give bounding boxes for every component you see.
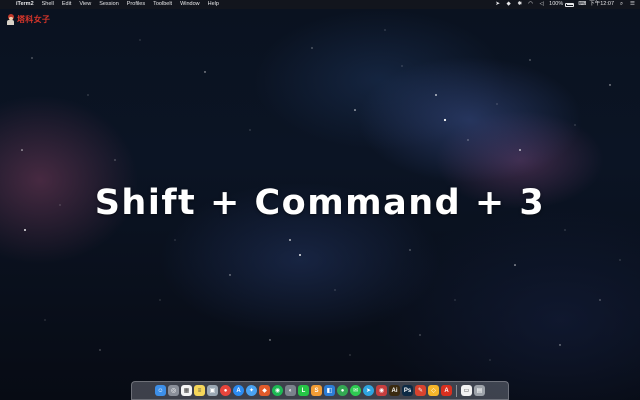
app-icon[interactable]: ◆ [259,385,270,396]
app-icon[interactable]: ◉ [376,385,387,396]
calendar-icon[interactable]: ▦ [181,385,192,396]
menu-item-profiles[interactable]: Profiles [127,0,145,9]
battery-status[interactable]: 100% [549,0,575,9]
app-icon[interactable]: ✎ [415,385,426,396]
volume-icon[interactable]: ◁ [538,0,545,9]
google-chrome-icon[interactable]: ● [337,385,348,396]
finder-icon[interactable]: ☺ [155,385,166,396]
notes-icon[interactable]: ≡ [194,385,205,396]
safari-icon[interactable]: ✦ [246,385,257,396]
logo-text: 塔科女子 [17,15,51,24]
spotlight-search-icon[interactable]: ⌕ [618,0,625,9]
app-icon[interactable]: ◐ [285,385,296,396]
location-icon[interactable]: ➤ [494,0,501,9]
menu-item-shell[interactable]: Shell [42,0,54,9]
wifi-icon[interactable]: ◠ [527,0,534,9]
menu-item-app[interactable]: iTerm2 [16,0,34,9]
photoshop-icon[interactable]: Ps [402,385,413,396]
app-icon[interactable]: ▭ [461,385,472,396]
sublime-text-icon[interactable]: S [311,385,322,396]
messages-icon[interactable]: ✉ [350,385,361,396]
watermark-logo: 塔科女子 [6,14,50,25]
chrome-icon[interactable]: ● [220,385,231,396]
spotify-icon[interactable]: ◉ [272,385,283,396]
app-icon[interactable]: ◧ [324,385,335,396]
menu-item-view[interactable]: View [79,0,91,9]
dock-separator [456,384,457,397]
menu-item-session[interactable]: Session [99,0,119,9]
bluetooth-icon[interactable]: ✱ [516,0,523,9]
dropbox-icon[interactable]: ◆ [505,0,512,9]
battery-icon [565,2,575,7]
logo-mascot-icon [6,14,15,25]
acrobat-icon[interactable]: A [441,385,452,396]
preview-icon[interactable]: ▣ [207,385,218,396]
line-icon[interactable]: L [298,385,309,396]
trash-icon[interactable]: ▤ [474,385,485,396]
sketch-icon[interactable]: ◇ [428,385,439,396]
menu-item-window[interactable]: Window [180,0,200,9]
menu-item-toolbelt[interactable]: Toolbelt [153,0,172,9]
illustrator-icon[interactable]: Ai [389,385,400,396]
status-area: ➤ ◆ ✱ ◠ ◁ 100% ⌨ 下午12:07 ⌕ ☰ [494,0,636,9]
input-method-icon[interactable]: ⌨ [578,0,586,9]
shortcut-caption: Shift + Command + 3 [94,183,546,223]
menu-item-help[interactable]: Help [208,0,219,9]
notification-center-icon[interactable]: ☰ [629,0,636,9]
battery-percent: 100% [549,1,564,7]
app-store-icon[interactable]: A [233,385,244,396]
menu-item-edit[interactable]: Edit [62,0,71,9]
dock: ☺ ◎ ▦ ≡ ▣ ● A ✦ ◆ ◉ ◐ L S ◧ ● ✉ ➤ ◉ Ai Ps ✎ ◇ A ▭ ▤ [131,381,509,400]
menu-bar: iTerm2 Shell Edit View Session Profiles … [0,0,640,9]
telegram-icon[interactable]: ➤ [363,385,374,396]
menu-clock[interactable]: 下午12:07 [589,0,614,9]
launchpad-icon[interactable]: ◎ [168,385,179,396]
